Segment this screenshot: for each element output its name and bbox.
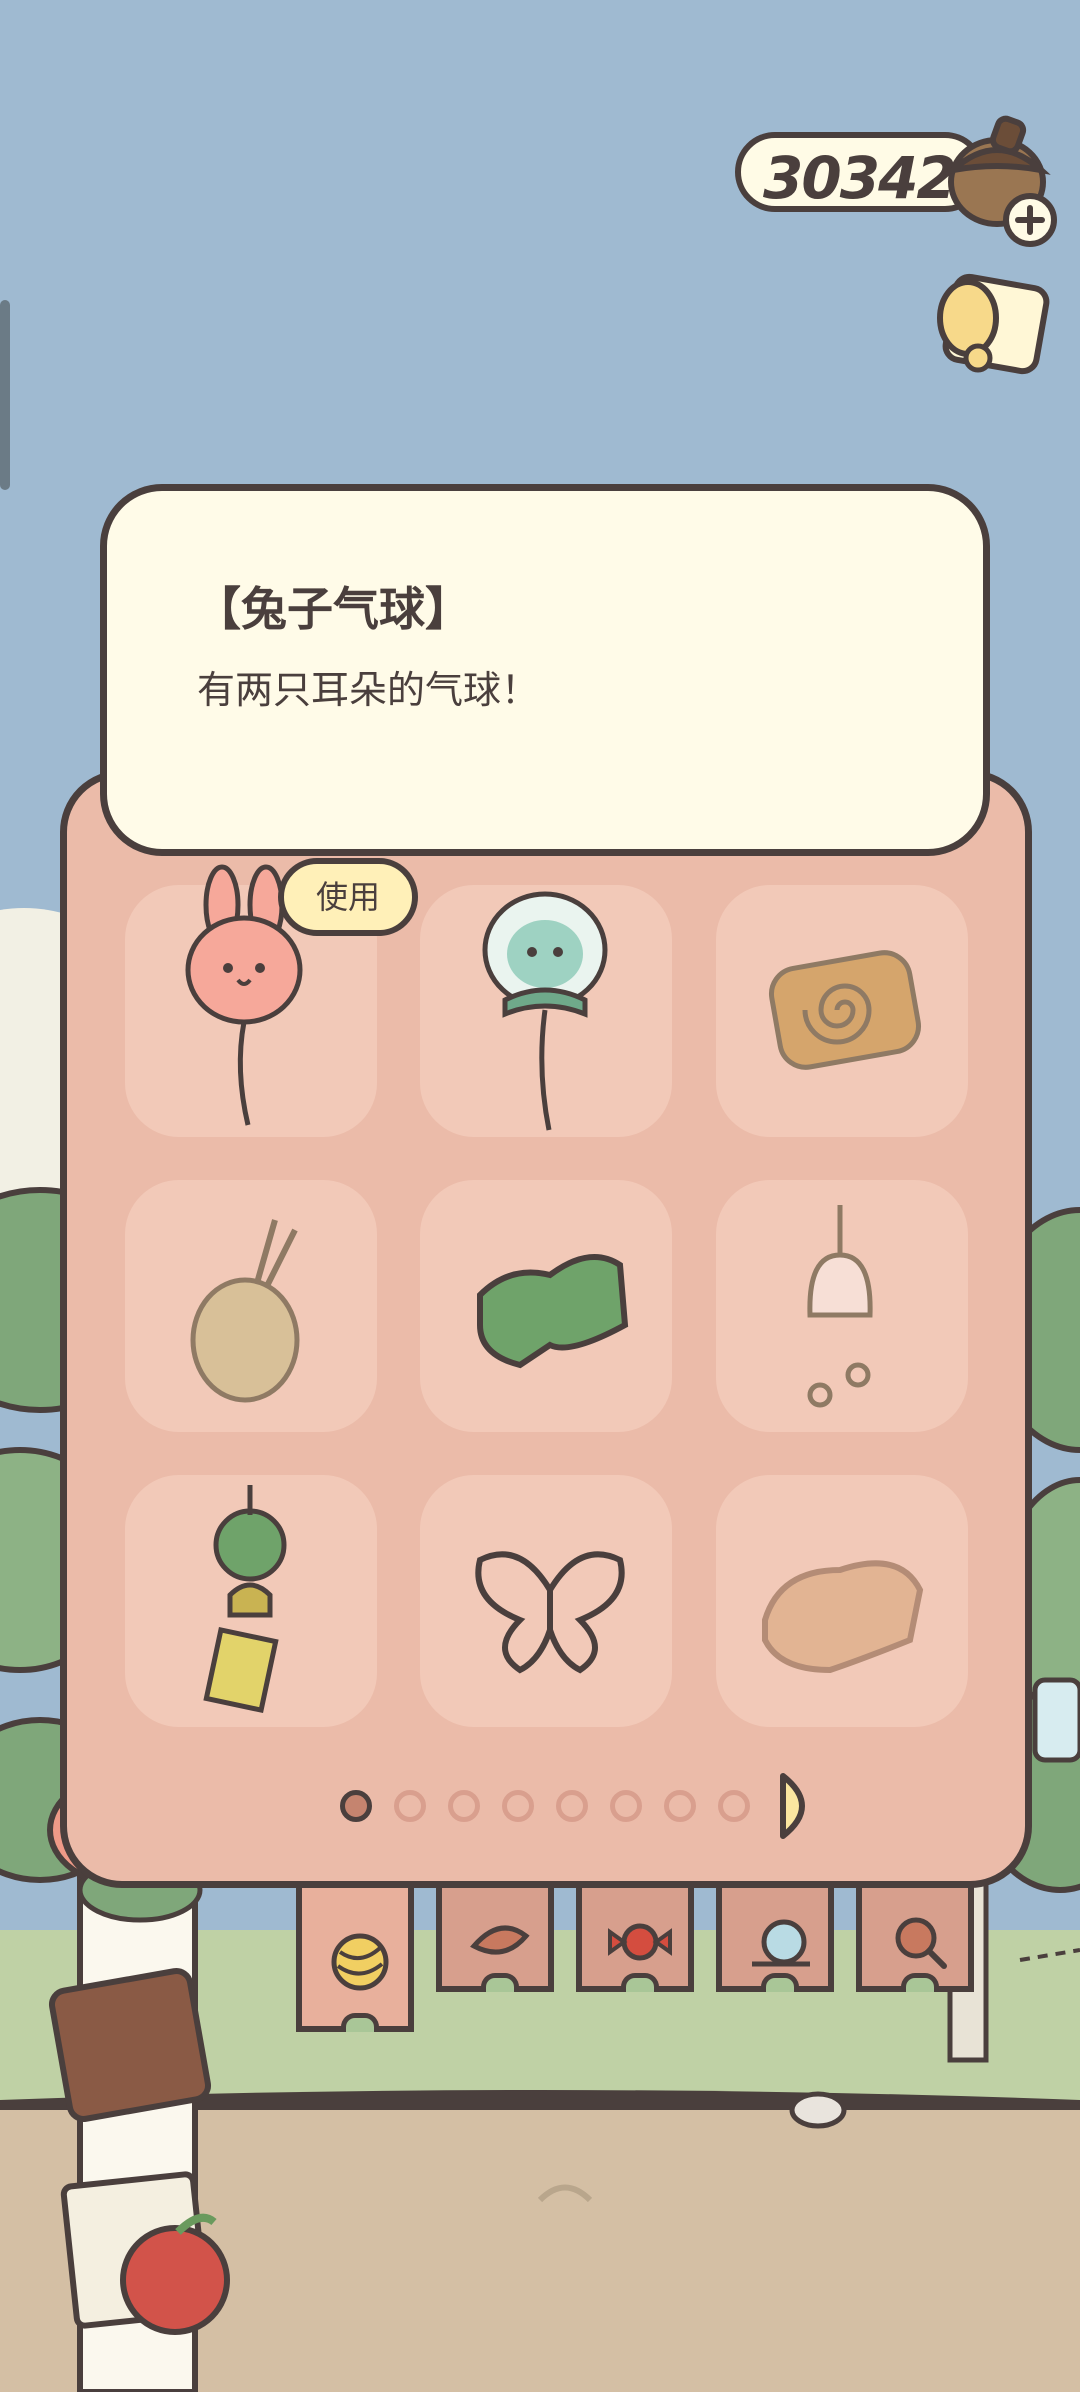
page-dot-1[interactable] — [340, 1790, 372, 1822]
spiral-cushion-icon — [769, 950, 921, 1070]
arrow-right-icon[interactable] — [775, 1770, 825, 1842]
bread-log-icon — [762, 1560, 924, 1674]
butterfly-icon — [475, 1551, 625, 1674]
snail-icon — [752, 1919, 810, 1967]
tab-yarn[interactable] — [296, 1884, 414, 2032]
use-button[interactable]: 使用 — [278, 858, 418, 936]
page-dot-4[interactable] — [502, 1790, 534, 1822]
game-scene: 303422 使用 【兔子气球】 有两只耳朵的气球！ — [0, 0, 1080, 2392]
plus-icon[interactable] — [1000, 190, 1060, 250]
magnifier-icon — [895, 1917, 947, 1969]
jellyfish-balloon-icon — [482, 891, 608, 1131]
page-dot-7[interactable] — [664, 1790, 696, 1822]
page-dot-3[interactable] — [448, 1790, 480, 1822]
leaf-icon — [470, 1925, 530, 1955]
page-dot-5[interactable] — [556, 1790, 588, 1822]
item-detail-card: 【兔子气球】 有两只耳朵的气球！ — [100, 484, 990, 856]
item-description: 有两只耳朵的气球！ — [197, 668, 540, 712]
tab-snail[interactable] — [716, 1884, 834, 1992]
page-dot-2[interactable] — [394, 1790, 426, 1822]
wind-chime-icon — [807, 1205, 873, 1408]
page-dot-6[interactable] — [610, 1790, 642, 1822]
page-dot-8[interactable] — [718, 1790, 750, 1822]
candy-icon — [608, 1923, 672, 1961]
clover-charm-icon — [203, 1485, 287, 1714]
yarn-ball-icon — [331, 1933, 389, 1991]
item-title: 【兔子气球】 — [195, 582, 471, 636]
tab-candy[interactable] — [576, 1884, 694, 1992]
letter-icon[interactable] — [930, 268, 1060, 388]
green-mat-icon — [477, 1254, 629, 1369]
dried-herb-bundle-icon — [190, 1219, 300, 1403]
tab-magnifier[interactable] — [856, 1884, 974, 1992]
tab-leaf[interactable] — [436, 1884, 554, 1992]
